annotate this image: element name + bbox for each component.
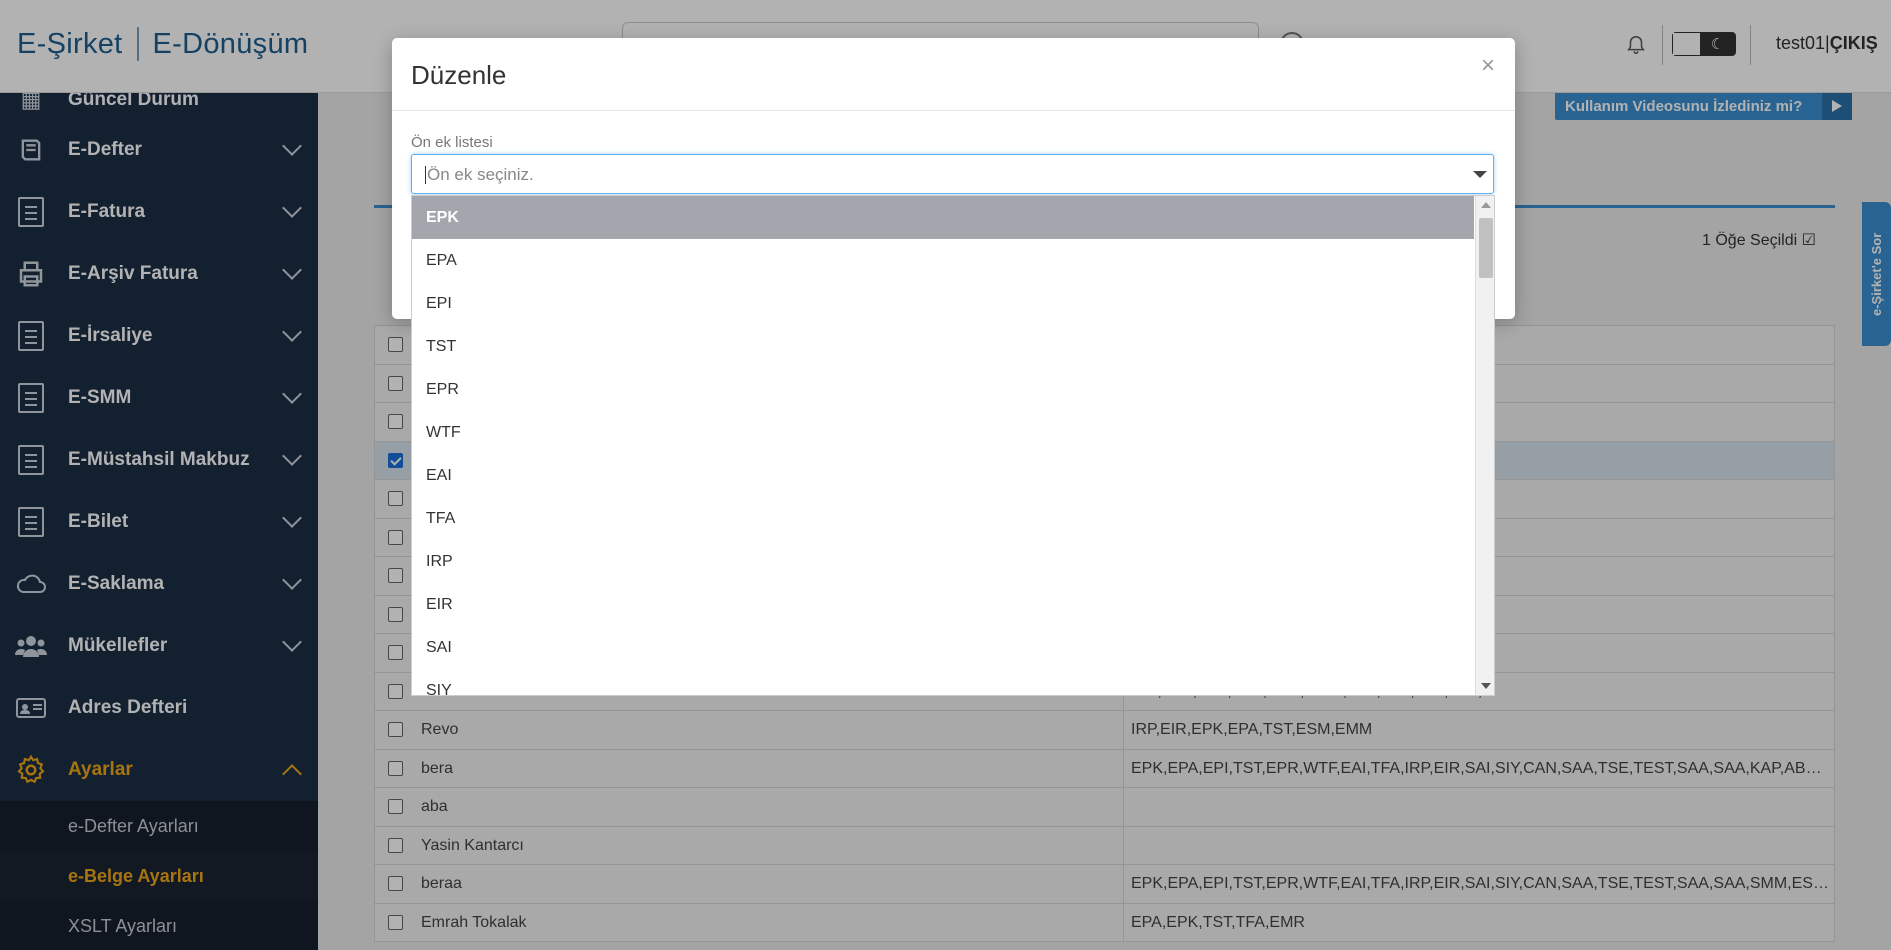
scrollbar-thumb[interactable]	[1479, 218, 1493, 278]
dropdown-option[interactable]: EAI	[412, 454, 1474, 497]
modal-title: Düzenle	[411, 60, 507, 90]
dropdown-option[interactable]: IRP	[412, 540, 1474, 583]
dropdown-option[interactable]: EPA	[412, 239, 1474, 282]
modal-divider	[392, 110, 1515, 111]
caret-down-icon[interactable]	[1473, 171, 1487, 178]
close-icon[interactable]: ×	[1481, 52, 1495, 80]
dropdown-scrollbar[interactable]	[1475, 196, 1494, 695]
scroll-down-icon[interactable]	[1481, 683, 1491, 689]
dropdown-option[interactable]: TFA	[412, 497, 1474, 540]
dropdown-option[interactable]: EPK	[412, 196, 1474, 239]
dropdown-option[interactable]: SAI	[412, 626, 1474, 669]
prefix-dropdown: SIY SAI EIR IRP TFA EAI WTF EPR TST EPI EPA EPK	[411, 195, 1495, 696]
dropdown-option[interactable]: EPR	[412, 368, 1474, 411]
prefix-list-label: Ön ek listesi	[411, 134, 493, 151]
dropdown-option[interactable]: TST	[412, 325, 1474, 368]
prefix-select[interactable]: Ön ek seçiniz.	[411, 154, 1494, 194]
scroll-up-icon[interactable]	[1481, 202, 1491, 208]
dropdown-option[interactable]: EPI	[412, 282, 1474, 325]
text-cursor	[425, 166, 426, 184]
prefix-select-placeholder: Ön ek seçiniz.	[427, 165, 534, 184]
dropdown-option[interactable]: EIR	[412, 583, 1474, 626]
dropdown-option[interactable]: SIY	[412, 669, 1474, 696]
dropdown-option[interactable]: WTF	[412, 411, 1474, 454]
